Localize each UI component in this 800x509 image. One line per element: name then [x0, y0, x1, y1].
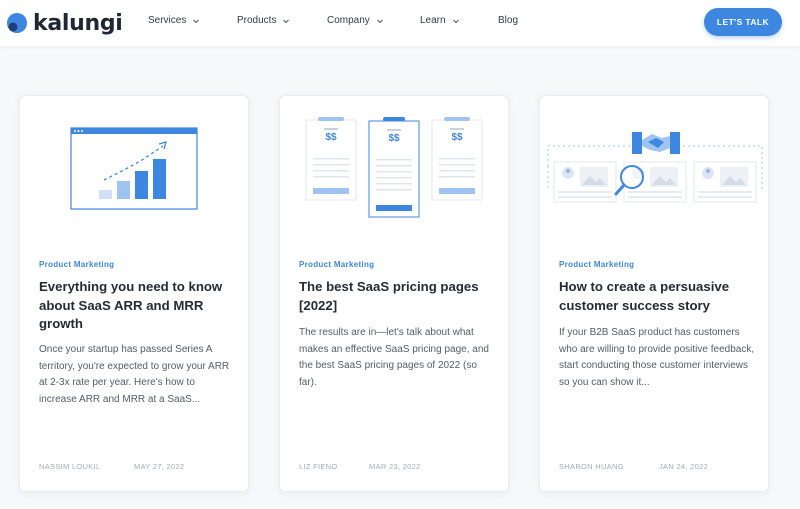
price-label-left: $$ [325, 132, 337, 143]
logo-text: kalungi [33, 10, 123, 36]
chevron-down-icon [376, 19, 383, 23]
blog-card-customer-success[interactable]: Product Marketing How to create a persua… [539, 95, 769, 492]
card-author: LIZ FIENO [299, 462, 338, 471]
card-category[interactable]: Product Marketing [299, 260, 374, 269]
pricing-tables-icon [305, 117, 483, 218]
blog-card-arr-mrr[interactable]: Product Marketing Everything you need to… [19, 95, 249, 492]
nav-item-products[interactable]: Products [237, 15, 290, 26]
growth-chart-icon [70, 127, 198, 210]
handshake-profiles-icon [547, 132, 763, 203]
card-category[interactable]: Product Marketing [39, 260, 114, 269]
chevron-down-icon [193, 19, 200, 23]
card-excerpt: Once your startup has passed Series A te… [39, 344, 230, 405]
card-author: SHARON HUANG [559, 462, 624, 471]
nav-label: Products [237, 15, 277, 26]
card-excerpt: The results are in—let's talk about what… [299, 327, 489, 388]
nav-label: Blog [498, 15, 519, 26]
nav-label: Services [148, 15, 187, 26]
card-category[interactable]: Product Marketing [559, 260, 634, 269]
card-title[interactable]: How to create a persuasive customer succ… [559, 278, 755, 315]
logo[interactable]: kalungi [6, 9, 123, 37]
card-date: MAY 27, 2022 [134, 462, 185, 471]
nav-item-company[interactable]: Company [327, 15, 384, 26]
card-title[interactable]: The best SaaS pricing pages [2022] [299, 278, 495, 315]
nav-item-learn[interactable]: Learn [420, 15, 460, 26]
lets-talk-button[interactable]: LET'S TALK [704, 8, 782, 36]
card-date: MAR 23, 2022 [369, 462, 421, 471]
logo-mark-icon [7, 13, 27, 33]
card-title[interactable]: Everything you need to know about SaaS A… [39, 278, 235, 334]
price-label-right: $$ [451, 132, 463, 143]
chevron-down-icon [283, 19, 290, 23]
chevron-down-icon [452, 19, 459, 23]
nav-label: Company [327, 15, 370, 26]
blog-card-pricing-pages[interactable]: $$ $$ $$ Product Marketing The best SaaS… [279, 95, 509, 492]
card-excerpt: If your B2B SaaS product has customers w… [559, 327, 755, 388]
nav-item-blog[interactable]: Blog [498, 15, 518, 26]
site-header: kalungi Services Products Company Learn … [0, 0, 800, 46]
price-label-middle: $$ [388, 133, 400, 144]
nav-item-services[interactable]: Services [148, 15, 200, 26]
nav-label: Learn [420, 15, 446, 26]
card-author: NASSIM LOUKIL [39, 462, 101, 471]
card-date: JAN 24, 2022 [659, 462, 709, 471]
